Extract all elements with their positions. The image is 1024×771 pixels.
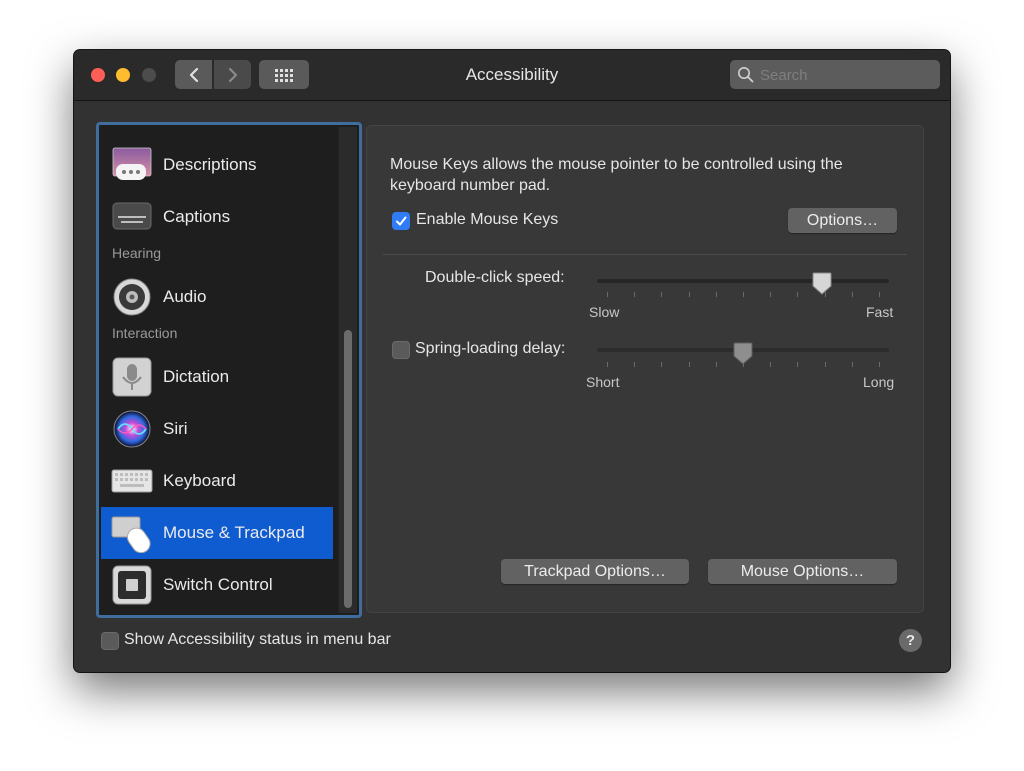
spring-loading-checkbox[interactable] xyxy=(392,341,410,359)
slider-tick xyxy=(688,292,690,297)
slider-tick xyxy=(743,292,744,297)
help-button[interactable]: ? xyxy=(899,629,922,652)
sidebar-item-descriptions[interactable]: Descriptions xyxy=(101,139,333,191)
slider-tick xyxy=(770,292,772,297)
keyboard-icon xyxy=(111,461,153,501)
double-click-speed-label: Double-click speed: xyxy=(425,269,565,286)
sidebar-item-siri[interactable]: Siri xyxy=(101,403,333,455)
trackpad-options-button[interactable]: Trackpad Options… xyxy=(501,559,689,584)
sidebar-item-label: Switch Control xyxy=(163,575,273,594)
slider-tick xyxy=(851,362,853,367)
double-click-slow-label: Slow xyxy=(589,304,620,320)
sidebar-item-captions[interactable]: Captions xyxy=(101,191,333,243)
sidebar-item-label: Keyboard xyxy=(163,471,236,490)
sidebar-item-label: Captions xyxy=(163,207,231,226)
enable-mouse-keys-label[interactable]: Enable Mouse Keys xyxy=(416,211,558,229)
double-click-speed-track[interactable] xyxy=(597,279,889,283)
double-click-speed-knob[interactable] xyxy=(812,272,832,296)
title-bar: Accessibility xyxy=(74,50,950,101)
slider-tick xyxy=(607,362,608,367)
sidebar-item-keyboard[interactable]: Keyboard xyxy=(101,455,333,507)
slider-tick xyxy=(688,362,690,367)
descriptions-icon xyxy=(111,145,153,185)
mouse-keys-description: Mouse Keys allows the mouse pointer to b… xyxy=(390,156,843,194)
search-field[interactable] xyxy=(730,60,940,89)
slider-tick xyxy=(770,362,772,367)
sidebar-item-label: Audio xyxy=(163,287,207,306)
mouse-trackpad-icon xyxy=(111,513,153,553)
sidebar-item-label: Dictation xyxy=(163,367,230,386)
sidebar-item-mouse-trackpad[interactable]: Mouse & Trackpad xyxy=(101,507,333,559)
sidebar-section-hearing: Hearing xyxy=(112,245,162,261)
system-preferences-window: Accessibility Descriptions xyxy=(74,50,950,672)
slider-tick xyxy=(797,362,799,367)
sidebar-scrollbar-thumb[interactable] xyxy=(344,330,352,608)
spring-loading-delay-knob[interactable] xyxy=(733,342,753,366)
slider-tick xyxy=(607,292,608,297)
slider-tick xyxy=(661,292,663,297)
checkmark-icon xyxy=(396,216,407,226)
slider-tick xyxy=(715,362,717,367)
search-icon xyxy=(738,67,754,83)
captions-icon xyxy=(111,197,153,237)
sidebar-item-label: Mouse & Trackpad xyxy=(163,523,305,542)
spring-loading-short-label: Short xyxy=(586,374,620,390)
slider-tick xyxy=(851,292,853,297)
slider-tick xyxy=(797,292,799,297)
sidebar-item-dictation[interactable]: Dictation xyxy=(101,351,333,403)
microphone-icon xyxy=(111,357,153,397)
show-status-menu-bar-checkbox[interactable] xyxy=(101,632,119,650)
slider-tick xyxy=(879,362,880,367)
slider-tick xyxy=(661,362,663,367)
spring-loading-long-label: Long xyxy=(863,374,895,390)
slider-tick xyxy=(634,362,636,367)
slider-tick xyxy=(634,292,636,297)
section-divider xyxy=(383,254,907,255)
search-input[interactable] xyxy=(758,64,932,86)
sidebar-section-interaction: Interaction xyxy=(112,325,178,341)
speaker-icon xyxy=(111,277,153,317)
sidebar-item-audio[interactable]: Audio xyxy=(101,271,333,323)
mouse-keys-options-button[interactable]: Options… xyxy=(788,208,897,233)
mouse-options-button[interactable]: Mouse Options… xyxy=(708,559,897,584)
slider-tick xyxy=(715,292,717,297)
switch-control-icon xyxy=(111,565,153,605)
sidebar-item-switch-control[interactable]: Switch Control xyxy=(101,559,333,611)
sidebar-item-label: Descriptions xyxy=(163,155,257,174)
spring-loading-delay-label[interactable]: Spring-loading delay: xyxy=(415,340,565,358)
sidebar[interactable]: Descriptions Captions Hearing Audio Inte… xyxy=(96,122,362,618)
double-click-fast-label: Fast xyxy=(866,304,894,320)
sidebar-item-label: Siri xyxy=(163,419,188,438)
enable-mouse-keys-checkbox[interactable] xyxy=(392,212,410,230)
show-status-menu-bar-label[interactable]: Show Accessibility status in menu bar xyxy=(124,631,391,649)
slider-tick xyxy=(824,362,826,367)
siri-icon xyxy=(111,409,153,449)
slider-tick xyxy=(879,292,880,297)
mouse-trackpad-panel: Mouse Keys allows the mouse pointer to b… xyxy=(366,125,924,613)
